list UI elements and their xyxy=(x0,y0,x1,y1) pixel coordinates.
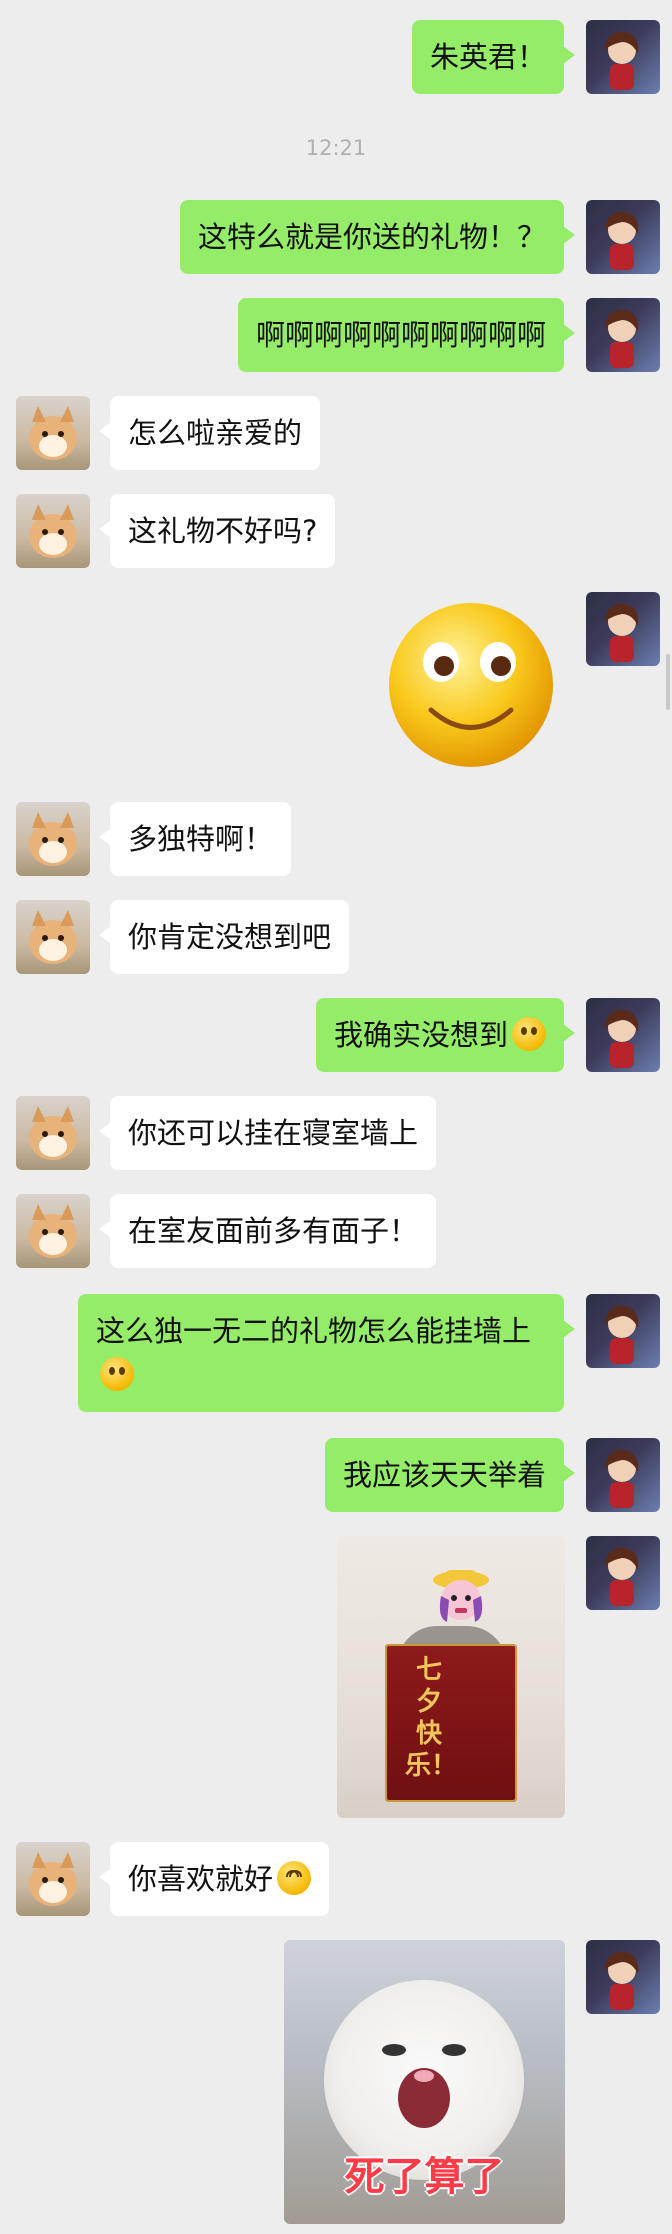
message-bubble-received[interactable]: 你喜欢就好 xyxy=(98,1842,330,1916)
message-bubble-sent[interactable]: 这特么就是你送的礼物！？ xyxy=(179,200,576,274)
banner-photo-sticker[interactable]: 七夕快乐！ xyxy=(337,1536,565,1818)
message-text: 这么独一无二的礼物怎么能挂墙上 xyxy=(96,1314,532,1348)
message-bubble-received[interactable]: 在室友面前多有面子！ xyxy=(98,1194,437,1268)
message-text: 我应该天天举着 xyxy=(342,1458,546,1492)
message-text: 你肯定没想到吧 xyxy=(128,920,332,954)
message-bubble-received[interactable]: 多独特啊！ xyxy=(98,802,292,876)
message-bubble-received[interactable]: 这礼物不好吗? xyxy=(98,494,336,568)
contact-avatar[interactable] xyxy=(16,1096,90,1170)
message-text: 这礼物不好吗? xyxy=(128,514,318,548)
smiley-emoji-icon xyxy=(100,1357,134,1391)
contact-avatar[interactable] xyxy=(16,396,90,470)
message-text: 我确实没想到 xyxy=(333,1018,508,1052)
my-avatar[interactable] xyxy=(586,592,660,666)
smiley-sticker[interactable] xyxy=(386,600,556,770)
message-bubble-sent[interactable]: 这么独一无二的礼物怎么能挂墙上 xyxy=(78,1294,575,1412)
contact-avatar[interactable] xyxy=(16,802,90,876)
chat-timestamp: 12:21 xyxy=(305,136,367,160)
message-text: 在室友面前多有面子！ xyxy=(128,1214,419,1248)
contact-avatar[interactable] xyxy=(16,494,90,568)
message-text: 这特么就是你送的礼物！？ xyxy=(197,220,546,254)
message-bubble-sent[interactable]: 我确实没想到 xyxy=(315,998,576,1072)
cartoon-face-icon xyxy=(433,1570,489,1622)
message-bubble-sent[interactable]: 我应该天天举着 xyxy=(324,1438,576,1512)
message-bubble-sent[interactable]: 啊啊啊啊啊啊啊啊啊啊 xyxy=(237,298,576,372)
grin-emoji-icon xyxy=(277,1861,312,1895)
message-text: 朱英君！ xyxy=(429,40,546,74)
my-avatar[interactable] xyxy=(586,200,660,274)
message-text: 你喜欢就好 xyxy=(128,1862,274,1896)
message-text: 多独特啊！ xyxy=(128,822,274,856)
smiley-emoji-icon xyxy=(389,603,553,767)
message-text: 怎么啦亲爱的 xyxy=(128,416,303,450)
my-avatar[interactable] xyxy=(586,20,660,94)
contact-avatar[interactable] xyxy=(16,1842,90,1916)
my-avatar[interactable] xyxy=(586,1940,660,2014)
banner-text: 七夕快乐！ xyxy=(405,1655,458,1781)
message-bubble-sent[interactable]: 朱英君！ xyxy=(411,20,576,94)
scrollbar[interactable] xyxy=(666,654,670,710)
my-avatar[interactable] xyxy=(586,298,660,372)
my-avatar[interactable] xyxy=(586,1438,660,1512)
message-bubble-received[interactable]: 怎么啦亲爱的 xyxy=(98,396,321,470)
sticker-caption: 死了算了 xyxy=(344,2154,505,2200)
my-avatar[interactable] xyxy=(586,1536,660,1610)
screaming-cat-sticker[interactable]: 死了算了 xyxy=(284,1940,565,2224)
my-avatar[interactable] xyxy=(586,1294,660,1368)
contact-avatar[interactable] xyxy=(16,900,90,974)
smiley-emoji-icon xyxy=(512,1017,546,1051)
message-bubble-received[interactable]: 你肯定没想到吧 xyxy=(98,900,350,974)
message-text: 你还可以挂在寝室墙上 xyxy=(128,1116,419,1150)
message-bubble-received[interactable]: 你还可以挂在寝室墙上 xyxy=(98,1096,437,1170)
my-avatar[interactable] xyxy=(586,998,660,1072)
contact-avatar[interactable] xyxy=(16,1194,90,1268)
message-text: 啊啊啊啊啊啊啊啊啊啊 xyxy=(255,318,546,352)
